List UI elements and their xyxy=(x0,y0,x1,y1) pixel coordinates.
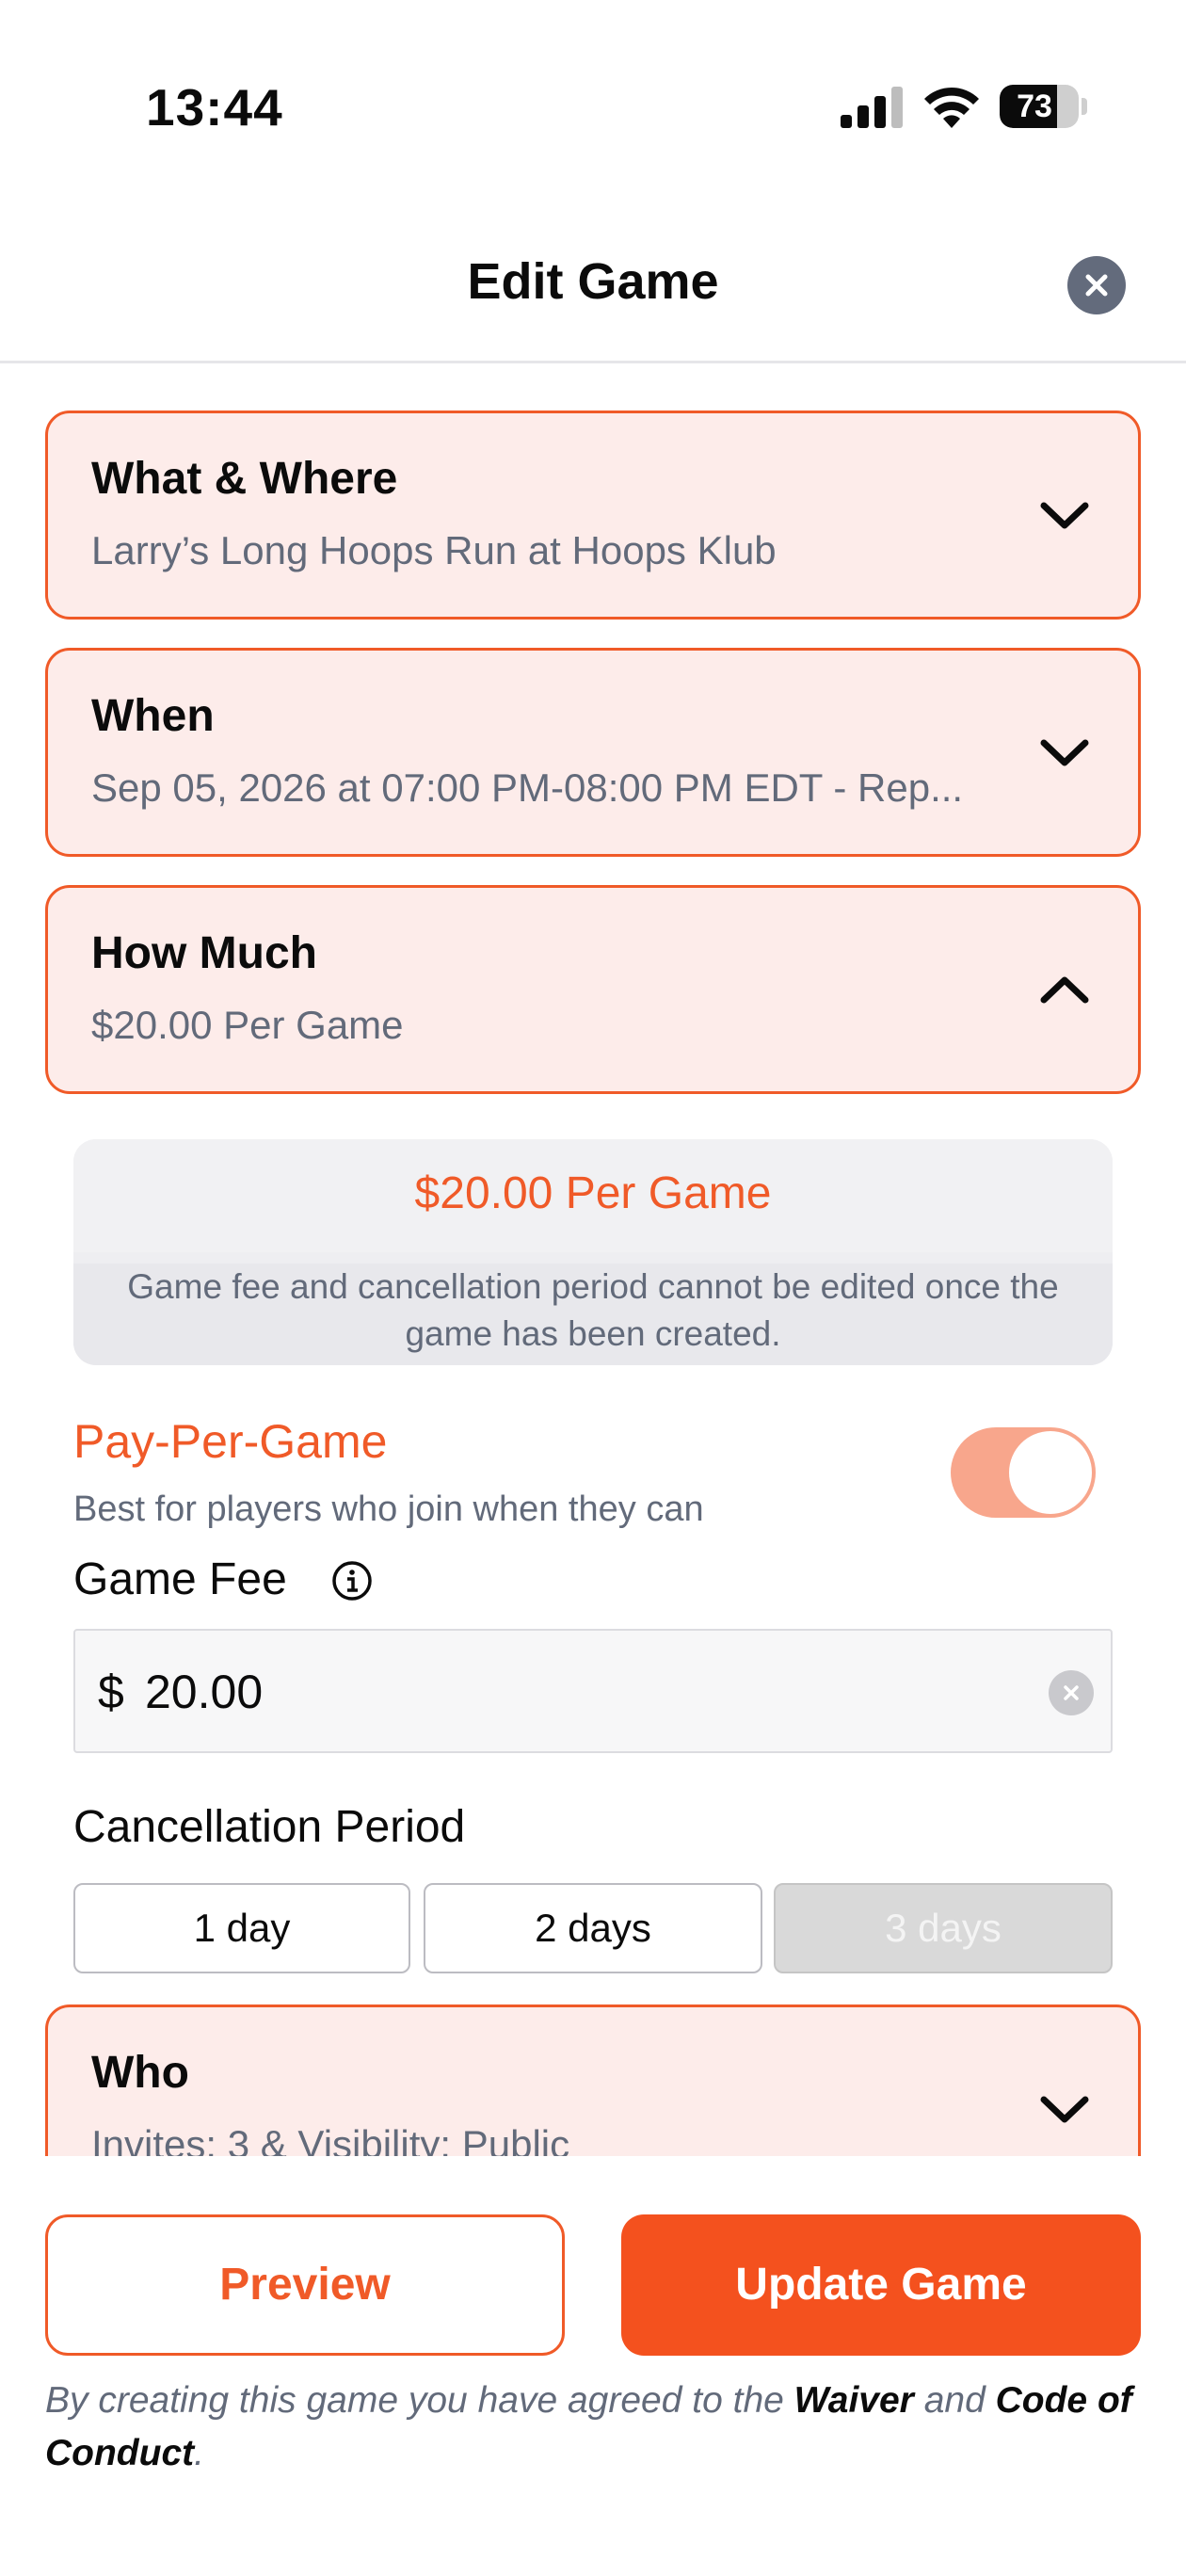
cancellation-option-1-day[interactable]: 1 day xyxy=(73,1883,410,1973)
chevron-down-icon xyxy=(1040,502,1089,529)
pay-per-game-description: Best for players who join when they can xyxy=(73,1489,704,1529)
price-info-box: $20.00 Per Game Game fee and cancellatio… xyxy=(73,1139,1113,1365)
game-fee-label: Game Fee xyxy=(73,1554,287,1604)
close-icon xyxy=(1064,1685,1079,1700)
battery-percentage: 73 xyxy=(1017,89,1052,124)
section-title: When xyxy=(91,691,215,741)
cancellation-period-label: Cancellation Period xyxy=(73,1802,466,1852)
chevron-down-icon xyxy=(1040,739,1089,766)
section-summary: Sep 05, 2026 at 07:00 PM-08:00 PM EDT - … xyxy=(91,765,964,810)
price-edit-note: Game fee and cancellation period cannot … xyxy=(73,1264,1113,1365)
legal-agreement-text: By creating this game you have agreed to… xyxy=(45,2375,1146,2480)
chevron-down-icon xyxy=(1040,2096,1089,2123)
close-button[interactable] xyxy=(1067,256,1126,314)
section-how-much[interactable]: How Much $20.00 Per Game xyxy=(45,885,1141,1094)
game-fee-value[interactable]: 20.00 xyxy=(145,1665,263,1719)
legal-and: and xyxy=(913,2380,996,2421)
waiver-link[interactable]: Waiver xyxy=(794,2380,914,2421)
scroll-viewport-bottom: Who Invites: 3 & Visibility: Public xyxy=(0,1996,1186,2156)
currency-symbol: $ xyxy=(98,1666,124,1718)
screen-header: Edit Game xyxy=(0,188,1186,363)
section-title: What & Where xyxy=(91,454,398,504)
chevron-up-icon xyxy=(1040,976,1089,1004)
legal-suffix: . xyxy=(194,2433,204,2473)
status-time: 13:44 xyxy=(146,78,283,137)
status-bar: 13:44 73 xyxy=(0,0,1186,188)
wifi-icon xyxy=(924,87,979,128)
game-fee-input[interactable]: $ 20.00 xyxy=(73,1629,1113,1753)
pay-per-game-toggle[interactable] xyxy=(951,1427,1096,1518)
cellular-signal-icon xyxy=(841,87,903,128)
close-icon xyxy=(1085,274,1108,297)
cancellation-option-3-days: 3 days xyxy=(774,1883,1113,1973)
section-who[interactable]: Who Invites: 3 & Visibility: Public xyxy=(45,2004,1141,2156)
section-what-where[interactable]: What & Where Larry’s Long Hoops Run at H… xyxy=(45,411,1141,620)
info-icon[interactable] xyxy=(331,1560,373,1602)
legal-prefix: By creating this game you have agreed to… xyxy=(45,2380,794,2421)
clear-input-button[interactable] xyxy=(1049,1670,1094,1715)
section-summary: Larry’s Long Hoops Run at Hoops Klub xyxy=(91,528,777,572)
section-title: Who xyxy=(91,2048,189,2098)
section-when[interactable]: When Sep 05, 2026 at 07:00 PM-08:00 PM E… xyxy=(45,648,1141,857)
section-summary: $20.00 Per Game xyxy=(91,1003,404,1047)
pay-per-game-title: Pay-Per-Game xyxy=(73,1415,388,1468)
page-title: Edit Game xyxy=(467,253,719,310)
preview-button[interactable]: Preview xyxy=(45,2214,565,2356)
section-summary: Invites: 3 & Visibility: Public xyxy=(91,2122,570,2156)
price-summary: $20.00 Per Game xyxy=(414,1168,772,1218)
toggle-knob xyxy=(1009,1431,1092,1514)
section-title: How Much xyxy=(91,928,317,978)
battery-icon: 73 xyxy=(1000,85,1087,128)
cancellation-option-2-days[interactable]: 2 days xyxy=(424,1883,762,1973)
update-game-button[interactable]: Update Game xyxy=(621,2214,1141,2356)
